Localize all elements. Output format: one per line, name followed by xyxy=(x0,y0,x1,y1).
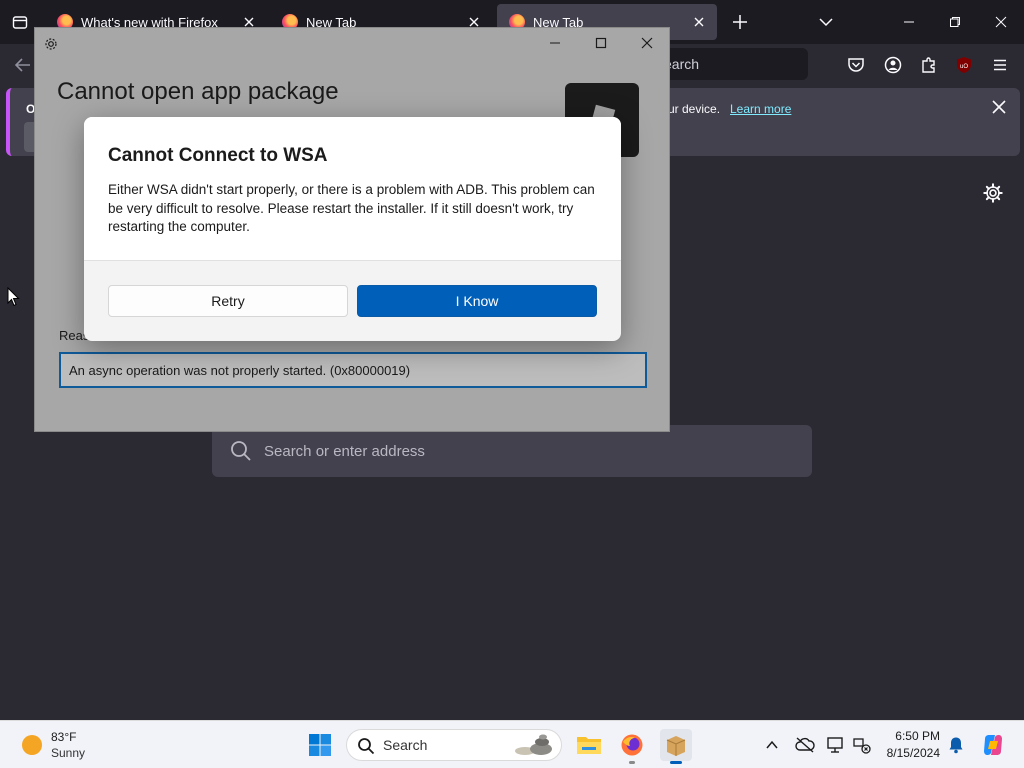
clock-date[interactable]: 8/15/2024 xyxy=(870,746,940,760)
minimize-icon xyxy=(904,21,914,23)
gear-icon[interactable] xyxy=(982,182,1004,204)
app-maximize-button[interactable] xyxy=(588,34,614,52)
copilot-button[interactable] xyxy=(981,733,1005,757)
dialog-content: Cannot Connect to WSA Either WSA didn't … xyxy=(84,117,621,261)
app-window-title: Cannot open app package xyxy=(57,78,339,105)
search-icon xyxy=(358,738,375,755)
account-button[interactable] xyxy=(882,54,904,76)
close-icon[interactable] xyxy=(691,14,707,30)
search-highlight-icon xyxy=(515,734,552,755)
reason-field[interactable]: An async operation was not properly star… xyxy=(59,352,647,388)
network-disconnected-icon xyxy=(853,738,871,754)
cloud-off-icon xyxy=(795,737,815,753)
windows-start-icon[interactable] xyxy=(308,733,332,757)
minimize-icon xyxy=(550,42,560,44)
running-indicator xyxy=(629,761,635,764)
close-icon xyxy=(641,37,653,49)
extensions-button[interactable] xyxy=(918,54,940,76)
notifications-button[interactable] xyxy=(946,735,966,755)
account-icon xyxy=(884,56,902,74)
show-hidden-icons-button[interactable] xyxy=(762,735,782,755)
hamburger-menu-icon xyxy=(994,59,1006,71)
taskbar-search[interactable]: Search xyxy=(346,729,562,761)
notification-text: ur device. xyxy=(668,102,721,116)
restore-button[interactable] xyxy=(932,8,978,36)
retry-button[interactable]: Retry xyxy=(108,285,348,317)
i-know-button[interactable]: I Know xyxy=(357,285,597,317)
search-icon xyxy=(231,441,251,461)
ublock-icon: uO xyxy=(957,57,971,73)
search-placeholder: Search or enter address xyxy=(264,442,425,460)
maximize-icon xyxy=(595,37,607,49)
display-button[interactable] xyxy=(826,735,846,755)
close-icon[interactable] xyxy=(990,98,1008,116)
svg-text:uO: uO xyxy=(960,64,968,70)
menu-button[interactable] xyxy=(989,54,1011,76)
minimize-button[interactable] xyxy=(886,8,932,36)
running-indicator xyxy=(670,761,682,764)
firefox-taskbar-button[interactable] xyxy=(616,729,648,764)
windows-taskbar: 83°F Sunny Search 6:50 PM 8/15/2024 xyxy=(0,720,1024,768)
monitor-icon xyxy=(827,737,843,753)
file-explorer-button[interactable] xyxy=(573,729,605,761)
restore-icon xyxy=(950,17,960,27)
plus-icon[interactable] xyxy=(730,12,750,32)
mouse-cursor-icon xyxy=(7,287,20,307)
pocket-button[interactable] xyxy=(845,54,867,76)
package-icon xyxy=(666,736,686,756)
reason-text: An async operation was not properly star… xyxy=(69,362,411,378)
folder-icon xyxy=(577,737,601,754)
chevron-down-icon[interactable] xyxy=(816,12,836,32)
wsa-error-dialog: Cannot Connect to WSA Either WSA didn't … xyxy=(84,117,621,341)
back-arrow-icon[interactable] xyxy=(12,55,34,75)
sun-icon[interactable] xyxy=(22,735,42,755)
tab-list-icon xyxy=(12,16,28,29)
bell-icon xyxy=(949,737,963,754)
learn-more-link[interactable]: Learn more xyxy=(730,102,791,116)
app-installer-taskbar-button[interactable] xyxy=(660,729,692,764)
weather-temperature[interactable]: 83°F xyxy=(51,730,76,744)
clock-time[interactable]: 6:50 PM xyxy=(880,729,940,743)
gear-icon[interactable] xyxy=(43,36,59,52)
ublock-button[interactable]: uO xyxy=(953,54,975,76)
app-close-button[interactable] xyxy=(634,34,660,52)
chevron-up-icon xyxy=(766,740,778,749)
close-window-button[interactable] xyxy=(978,8,1024,36)
puzzle-icon xyxy=(922,57,935,73)
onedrive-button[interactable] xyxy=(795,735,815,755)
close-icon xyxy=(995,16,1007,28)
weather-condition[interactable]: Sunny xyxy=(51,746,85,760)
app-minimize-button[interactable] xyxy=(542,34,568,52)
copilot-icon xyxy=(984,735,1002,755)
newtab-search-box[interactable]: Search or enter address xyxy=(212,425,812,477)
pocket-icon xyxy=(848,58,864,72)
taskbar-search-label: Search xyxy=(383,737,428,753)
firefox-icon xyxy=(621,734,643,756)
network-button[interactable] xyxy=(852,735,872,755)
dialog-title: Cannot Connect to WSA xyxy=(108,145,328,166)
dialog-message: Either WSA didn't start properly, or the… xyxy=(108,182,595,234)
firefox-view-button[interactable] xyxy=(6,9,34,35)
